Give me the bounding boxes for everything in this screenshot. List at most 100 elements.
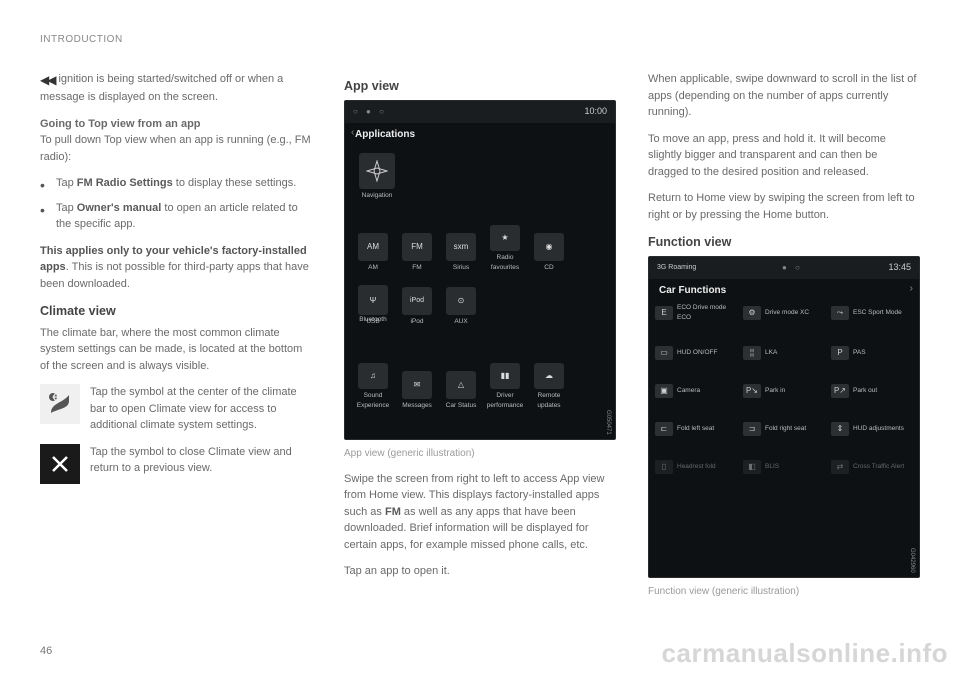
headrest-icon: ▯ <box>655 460 673 474</box>
speaker-icon: ♫ <box>358 363 388 390</box>
text: . This is not possible for third-party a… <box>40 261 309 290</box>
seat-left-icon: ⊏ <box>655 422 673 436</box>
clock: 13:45 <box>888 261 911 275</box>
paragraph: Return to Home view by swiping the scree… <box>648 190 920 223</box>
app-label: Radio favourites <box>485 253 525 273</box>
text: To pull down Top view when an app is run… <box>40 134 311 163</box>
func-row: ▭HUD ON/OFF ¦¦LKA PPAS <box>655 346 913 360</box>
message-icon: ✉ <box>402 371 432 399</box>
text: Tap <box>56 177 77 189</box>
page-dots: ● ○ <box>782 262 803 274</box>
app-label: Navigation <box>362 191 393 201</box>
pas-icon: P <box>831 346 849 360</box>
hud-icon: ▭ <box>655 346 673 360</box>
func-label: ECO Drive mode ECO <box>677 303 737 323</box>
screen-title: Car Functions <box>659 283 726 298</box>
bold-term: Owner's manual <box>77 202 162 214</box>
subheading-going-top: Going to Top view from an app To pull do… <box>40 116 312 166</box>
func-label: Fold right seat <box>765 424 806 434</box>
func-label: ESC Sport Mode <box>853 308 902 318</box>
seat-right-icon: ⊐ <box>743 422 761 436</box>
caption-function-view: Function view (generic illustration) <box>648 584 920 599</box>
func-label: BLIS <box>765 462 779 472</box>
app-label: Sirius <box>453 263 469 273</box>
func-row: ▣Camera P↘Park in P↗Park out <box>655 384 913 398</box>
ipod-icon: iPod <box>402 287 432 315</box>
app-radio-fav: ★Radio favourites <box>485 225 525 273</box>
climate-open-row: Tap the symbol at the center of the clim… <box>40 384 312 434</box>
image-code: G042960 <box>907 548 916 573</box>
app-remote-updates: ☁Remote updates <box>529 363 569 411</box>
func-lka: ¦¦LKA <box>743 346 825 360</box>
usb-icon: Ψ <box>358 287 388 315</box>
app-label: Remote updates <box>529 391 569 411</box>
func-hud-adj: ⇕HUD adjustments <box>831 422 913 436</box>
drive-icon: ⚙ <box>743 306 761 320</box>
text: Tap the symbol to close Climate view and… <box>90 444 312 477</box>
hud-adj-icon: ⇕ <box>831 422 849 436</box>
text: ignition is being started/switched off o… <box>40 73 283 103</box>
func-cta: ⇄Cross Traffic Alert <box>831 460 913 474</box>
app-navigation: Navigation <box>353 145 401 201</box>
camera-icon: ▣ <box>655 384 673 398</box>
app-label: Driver performance <box>485 391 525 411</box>
continued-paragraph: ◀◀ignition is being started/switched off… <box>40 71 312 106</box>
screen-title: Applications <box>355 127 415 142</box>
app-row-inputs: Ψ USB iPodiPod ⊙AUX <box>353 279 607 327</box>
star-icon: ★ <box>490 225 520 252</box>
app-sound: ♫Sound Experience <box>353 363 393 411</box>
heading-app-view: App view <box>344 77 616 96</box>
fm-icon: FM <box>402 233 432 261</box>
text: Tap the symbol at the center of the clim… <box>90 384 312 434</box>
paragraph: Tap an app to open it. <box>344 563 616 580</box>
cloud-icon: ☁ <box>534 363 564 390</box>
sirius-icon: sxm <box>446 233 476 261</box>
func-label: PAS <box>853 348 866 358</box>
bold-term: FM Radio Settings <box>77 177 173 189</box>
clock: 10:00 <box>584 105 607 119</box>
app-am: AMAM <box>353 225 393 273</box>
func-fold-left: ⊏ Fold left seat <box>655 422 737 436</box>
app-ipod: iPodiPod <box>397 279 437 327</box>
column-2: App view ○ ● ○ 10:00 ‹ Applications Navi… <box>344 71 616 609</box>
continuation-icon: ◀◀ <box>40 73 58 87</box>
func-label: Fold left seat <box>677 424 714 434</box>
func-camera: ▣ Camera <box>655 384 737 398</box>
aux-icon: ⊙ <box>446 287 476 315</box>
app-driver-perf: ▮▮Driver performance <box>485 363 525 411</box>
function-buttons: EECO Drive mode ECO ⚙Drive mode XC ⤳ESC … <box>655 303 913 499</box>
paragraph: When applicable, swipe downward to scrol… <box>648 71 920 121</box>
app-fm: FMFM <box>397 225 437 273</box>
app-label: USB <box>366 317 379 327</box>
climate-close-row: Tap the symbol to close Climate view and… <box>40 444 312 484</box>
app-label: Sound Experience <box>353 391 393 411</box>
paragraph: The climate bar, where the most common c… <box>40 325 312 375</box>
blis-icon: ◧ <box>743 460 761 474</box>
lka-icon: ¦¦ <box>743 346 761 360</box>
app-label: CD <box>544 263 553 273</box>
func-label: Camera <box>677 386 700 396</box>
app-cd: ◉CD <box>529 225 569 273</box>
app-aux: ⊙AUX <box>441 279 481 327</box>
column-3: When applicable, swipe downward to scrol… <box>648 71 920 609</box>
heading-function-view: Function view <box>648 233 920 252</box>
func-headrest: ▯Headrest fold <box>655 460 737 474</box>
chart-icon: ▮▮ <box>490 363 520 390</box>
func-pas: P PAS <box>831 346 913 360</box>
cta-icon: ⇄ <box>831 460 849 474</box>
func-esc: ⤳ESC Sport Mode <box>831 303 913 323</box>
func-drive-xc: ⚙Drive mode XC <box>743 303 825 323</box>
func-label: Park in <box>765 386 785 396</box>
app-label: Messages <box>402 401 432 411</box>
app-sirius: sxm Sirius <box>441 225 481 273</box>
image-code: G050471 <box>603 410 612 435</box>
func-park-out: P↗Park out <box>831 384 913 398</box>
running-head: INTRODUCTION <box>40 32 920 47</box>
func-label: Park out <box>853 386 877 396</box>
func-row: ⊏ Fold left seat ⊐ Fold right seat ⇕HUD ad… <box>655 422 913 436</box>
am-icon: AM <box>358 233 388 261</box>
func-row: EECO Drive mode ECO ⚙Drive mode XC ⤳ESC … <box>655 303 913 323</box>
function-view-screenshot: 3G Roaming ● ○ 13:45 › Car Functions EEC… <box>648 256 920 578</box>
subheading-label: Going to Top view from an app <box>40 118 201 130</box>
caption-app-view: App view (generic illustration) <box>344 446 616 461</box>
